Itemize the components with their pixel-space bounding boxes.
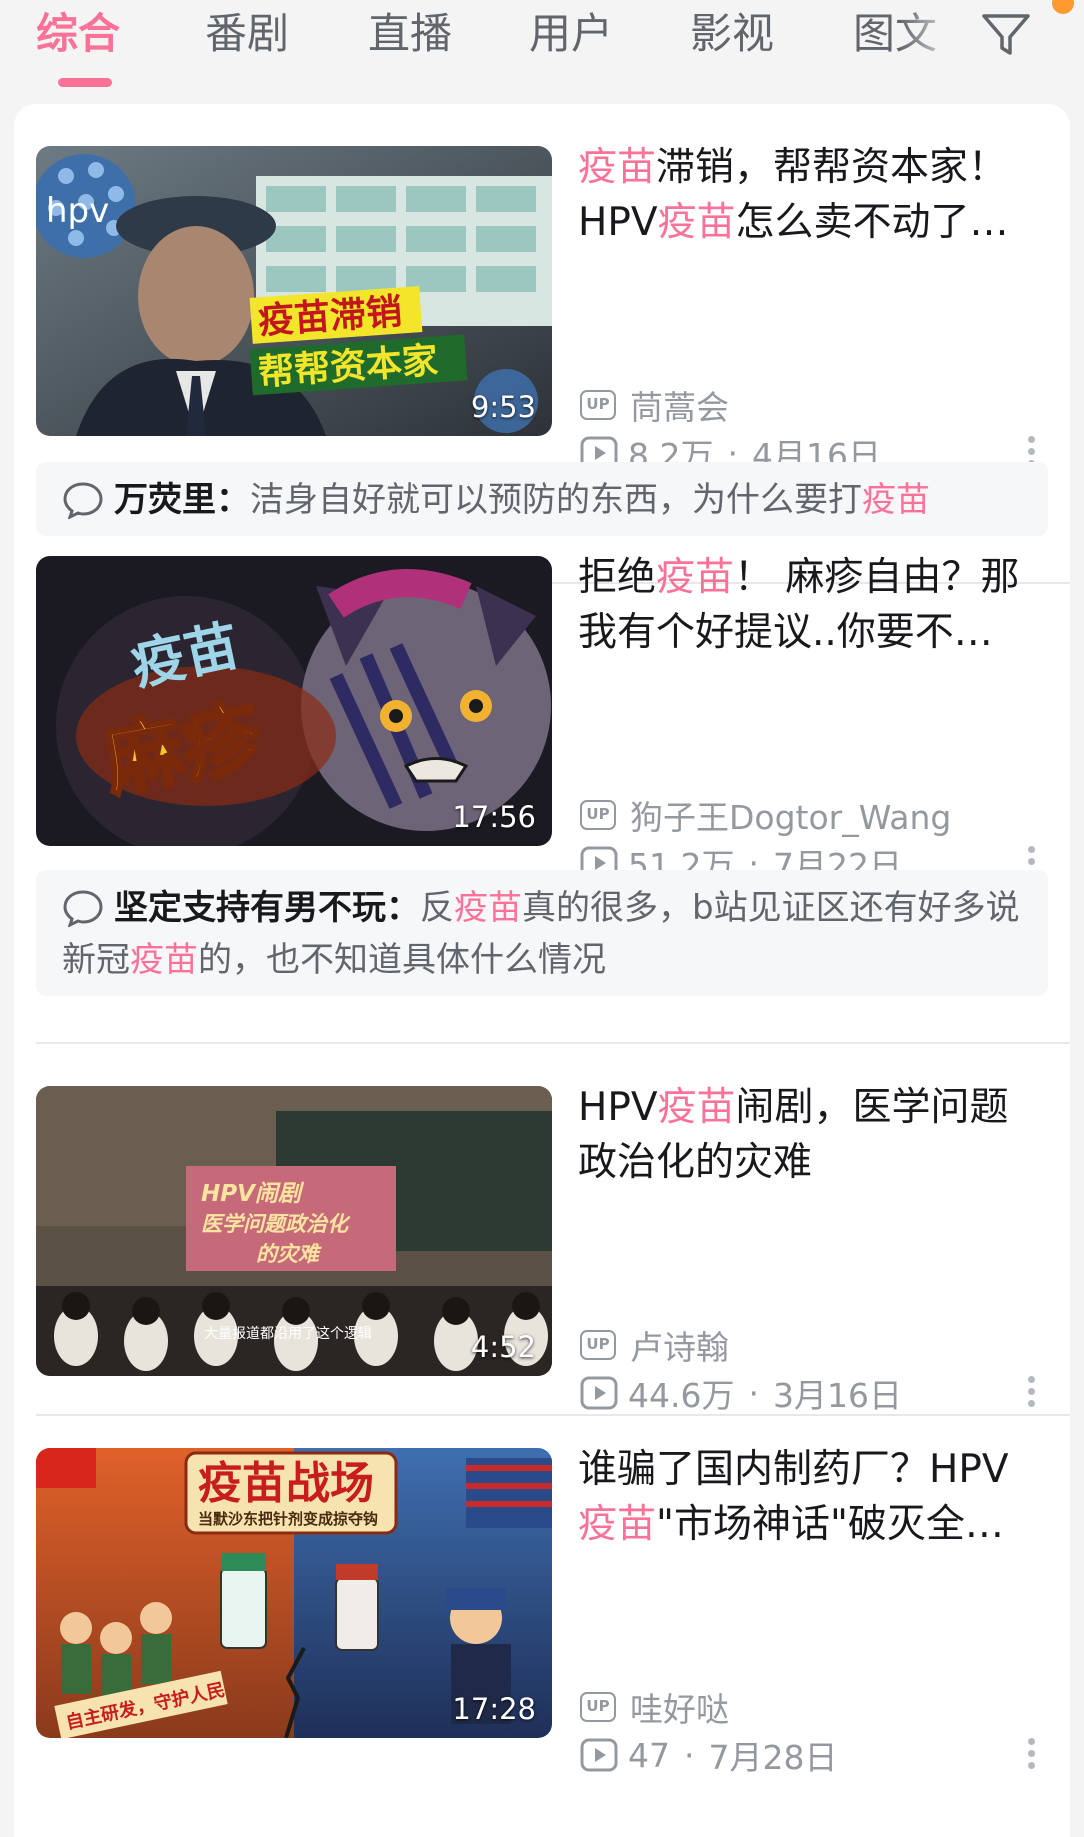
stats-row: 44.6万 · 3月16日: [580, 1371, 902, 1415]
search-tab-bar: 综合 番剧 直播 用户 影视 图文: [0, 0, 1084, 100]
title-text: 我有个好提议..你要不…: [578, 610, 993, 655]
uploader-name[interactable]: 茼蒿会: [630, 381, 729, 429]
top-comment[interactable]: 万荧里：洁身自好就可以预防的东西，为什么要打疫苗: [36, 462, 1048, 536]
title-text: 闹剧，医学问题: [735, 1085, 1009, 1130]
title-keyword: 疫苗: [578, 145, 657, 190]
tab-movies[interactable]: 影视: [690, 6, 774, 62]
video-thumbnail[interactable]: 疫苗 麻疹 17:56: [36, 556, 552, 846]
comment-author[interactable]: 万荧里：: [114, 480, 250, 520]
title-text: "市场神话"破灭全…: [656, 1502, 1004, 1547]
title-text: 谁骗了国内制药厂？HPV: [578, 1447, 1009, 1492]
video-title[interactable]: HPV疫苗闹剧，医学问题 政治化的灾难: [578, 1080, 1048, 1196]
title-text: 滞销，帮帮资本家！: [656, 145, 1008, 190]
video-thumbnail[interactable]: hpv 疫苗滞销 帮帮资本家 9:53: [36, 146, 552, 436]
video-title[interactable]: 疫苗滞销，帮帮资本家！ HPV疫苗怎么卖不动了…: [578, 140, 1048, 256]
tab-live[interactable]: 直播: [368, 6, 452, 62]
video-thumbnail[interactable]: HPV闹剧 医学问题政治化 的灾难 大量报道都沿用了这个逻辑 4:52: [36, 1086, 552, 1376]
separator-dot: ·: [684, 1735, 695, 1775]
uploader-row[interactable]: UP 卢诗翰: [580, 1323, 729, 1367]
uploader-name[interactable]: 哇好哒: [630, 1683, 729, 1731]
title-keyword: 疫苗: [578, 1502, 657, 1547]
tab-all[interactable]: 综合: [36, 6, 120, 62]
more-options-icon[interactable]: [1028, 1738, 1036, 1772]
active-tab-indicator: [58, 78, 112, 87]
tab-users[interactable]: 用户: [529, 6, 613, 62]
top-comment[interactable]: 坚定支持有男不玩：反疫苗真的很多，b站见证区还有好多说新冠疫苗的，也不知道具体什…: [36, 870, 1048, 996]
up-badge-icon: UP: [580, 1692, 616, 1722]
title-keyword: 疫苗: [657, 200, 736, 245]
uploader-name[interactable]: 卢诗翰: [630, 1321, 729, 1369]
tab-fade: [900, 0, 970, 70]
uploader-row[interactable]: UP 哇好哒: [580, 1685, 729, 1729]
publish-date: 7月28日: [708, 1738, 838, 1777]
comment-text: 洁身自好就可以预防的东西，为什么要打: [250, 480, 862, 520]
comment-author[interactable]: 坚定支持有男不玩：: [114, 888, 420, 928]
comment-keyword: 疫苗: [130, 940, 198, 980]
filter-funnel-icon: [982, 14, 1030, 55]
publish-date: 3月16日: [772, 1376, 902, 1415]
more-options-icon[interactable]: [1028, 1376, 1036, 1410]
notification-dot: [1052, 0, 1074, 14]
video-title[interactable]: 谁骗了国内制药厂？HPV 疫苗"市场神话"破灭全…: [578, 1442, 1048, 1558]
separator-dot: ·: [748, 1373, 759, 1413]
item-divider: [36, 1042, 1070, 1044]
uploader-name[interactable]: 狗子王Dogtor_Wang: [630, 791, 951, 839]
comment-bubble-icon: [63, 482, 103, 519]
thumb-text: 医学问题政治化: [201, 1212, 351, 1236]
play-count-icon: [580, 1376, 618, 1410]
title-text: 政治化的灾难: [578, 1140, 813, 1185]
uploader-row[interactable]: UP 狗子王Dogtor_Wang: [580, 793, 951, 837]
view-count: 47: [628, 1735, 670, 1775]
uploader-row[interactable]: UP 茼蒿会: [580, 383, 729, 427]
comment-bubble-icon: [63, 890, 103, 927]
stats-row: 47 · 7月28日: [580, 1733, 838, 1777]
thumb-text: 疫苗战场: [198, 1458, 374, 1509]
video-thumbnail[interactable]: 疫苗战场 当默沙东把针剂变成掠夺钩 自主研发，守护人民 17:28: [36, 1448, 552, 1738]
title-text: 怎么卖不动了…: [735, 200, 1009, 245]
tab-bangumi[interactable]: 番剧: [205, 6, 289, 62]
video-duration: 9:53: [470, 390, 536, 424]
video-duration: 17:56: [452, 800, 536, 834]
item-divider: [36, 1414, 1070, 1416]
view-count: 44.6万: [628, 1376, 735, 1415]
up-badge-icon: UP: [580, 1330, 616, 1360]
comment-text: 的，也不知道具体什么情况: [198, 940, 606, 980]
thumb-text: HPV闹剧: [201, 1181, 305, 1207]
thumb-caption: 大量报道都沿用了这个逻辑: [204, 1325, 372, 1342]
comment-keyword: 疫苗: [862, 480, 930, 520]
title-keyword: 疫苗: [657, 1085, 736, 1130]
filter-button[interactable]: [978, 6, 1034, 62]
thumb-text: hpv: [46, 191, 109, 231]
play-count-icon: [580, 1738, 618, 1772]
comment-text: 反: [420, 888, 454, 928]
search-results-card: hpv 疫苗滞销 帮帮资本家 9:53 疫苗滞销，帮帮资本家！ HPV疫苗怎么卖…: [14, 104, 1070, 1837]
thumb-text: 的灾难: [256, 1242, 322, 1266]
up-badge-icon: UP: [580, 800, 616, 830]
title-text: ！ 麻疹自由？那: [734, 555, 1020, 600]
comment-keyword: 疫苗: [454, 888, 522, 928]
title-keyword: 疫苗: [656, 555, 735, 600]
video-duration: 17:28: [452, 1692, 536, 1726]
thumb-text: 当默沙东把针剂变成掠夺钩: [198, 1510, 378, 1528]
video-duration: 4:52: [470, 1330, 536, 1364]
video-title[interactable]: 拒绝疫苗！ 麻疹自由？那 我有个好提议..你要不…: [578, 550, 1048, 666]
up-badge-icon: UP: [580, 390, 616, 420]
title-text: 拒绝: [578, 555, 657, 600]
title-text: HPV: [578, 200, 658, 245]
title-text: HPV: [578, 1085, 658, 1130]
